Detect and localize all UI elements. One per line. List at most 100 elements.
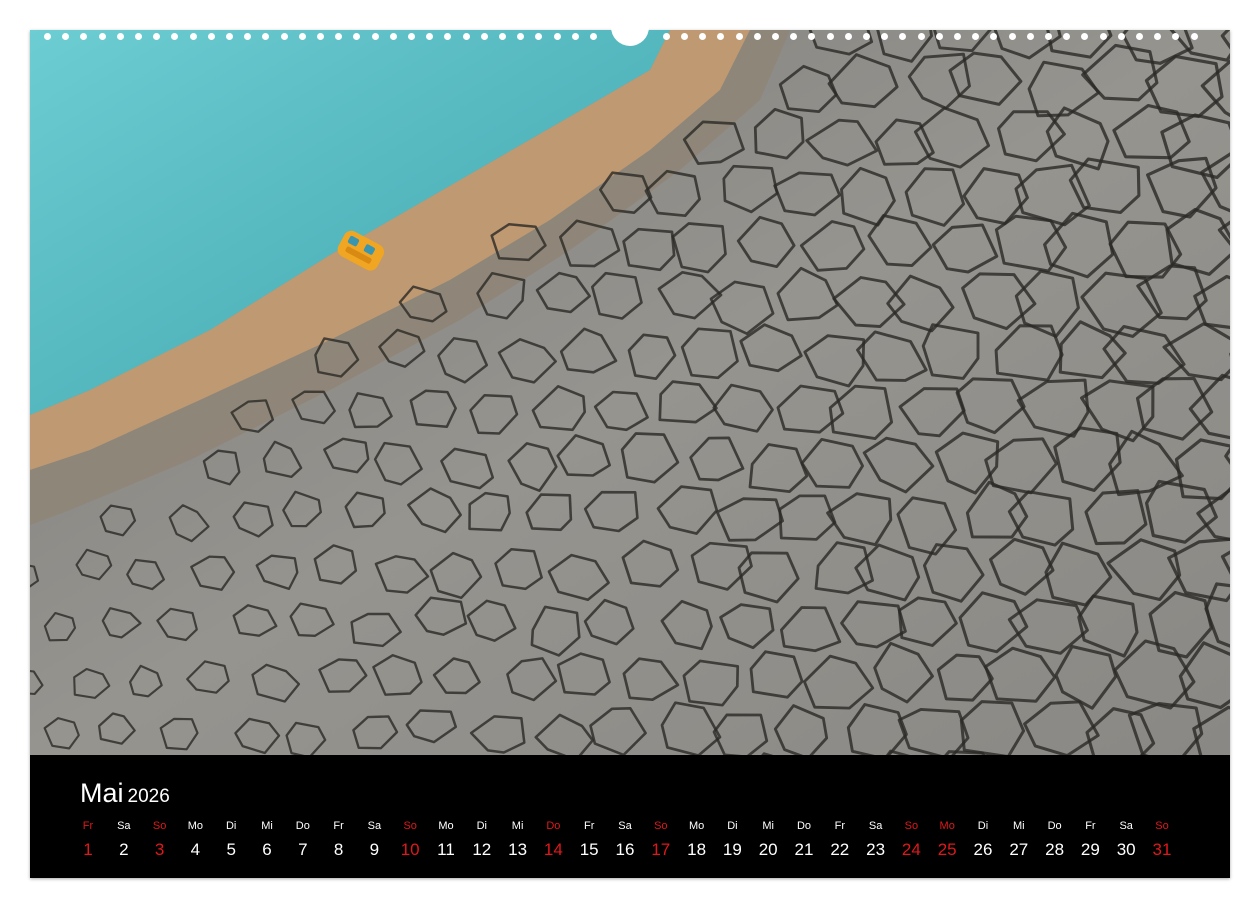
- binding-hole: [207, 33, 215, 40]
- weekday-label: Fr: [82, 820, 94, 832]
- binding-hole: [408, 33, 415, 40]
- weekday-label: Mo: [688, 820, 705, 832]
- binding-hole: [917, 33, 925, 40]
- binding-hole: [1172, 33, 1180, 40]
- weekday-label: So: [904, 820, 919, 832]
- day-number: 24: [901, 840, 921, 859]
- weekday-label: So: [1155, 820, 1169, 832]
- weekday-label: So: [152, 820, 167, 832]
- binding-hole: [80, 33, 88, 40]
- day-number: 28: [1045, 840, 1065, 859]
- day-number: 23: [866, 840, 886, 859]
- weekday-label: Di: [476, 820, 487, 832]
- binding-hole: [1081, 33, 1089, 40]
- day-number: 16: [615, 840, 635, 859]
- day-number: 22: [830, 840, 850, 859]
- weekday-label: Do: [796, 820, 812, 832]
- binding-hole: [517, 33, 525, 40]
- day-number: 11: [437, 840, 455, 859]
- weekday-label: Mo: [187, 820, 204, 832]
- binding-hole: [899, 33, 907, 40]
- weekday-label: Fr: [834, 820, 845, 832]
- weekday-label: Sa: [868, 820, 883, 832]
- day-number: 18: [687, 840, 707, 859]
- day-number: 2: [119, 840, 129, 859]
- binding-hole: [1045, 33, 1052, 40]
- binding-hole: [317, 33, 324, 40]
- lakebed-photo: [30, 30, 1230, 755]
- binding-hole: [480, 33, 488, 40]
- binding-hole: [62, 33, 70, 40]
- binding-hole: [1008, 33, 1016, 40]
- day-number: 10: [400, 840, 420, 859]
- calendar-title: Mai 2026: [80, 778, 170, 809]
- binding-hole: [298, 33, 306, 40]
- day-number: 17: [651, 840, 671, 859]
- day-number: 15: [579, 840, 599, 859]
- weekday-label: Di: [225, 820, 237, 832]
- binding-hole: [426, 33, 434, 40]
- binding-hole: [98, 33, 106, 40]
- weekday-label: So: [654, 820, 668, 832]
- binding-hole: [116, 33, 124, 40]
- day-number: 4: [190, 840, 201, 859]
- day-number: 21: [794, 840, 814, 859]
- binding-hole: [1026, 33, 1034, 40]
- spiral-binding: [30, 22, 1230, 46]
- binding-hole: [571, 33, 579, 40]
- weekday-label: Mi: [1012, 820, 1025, 832]
- weekday-label: Di: [727, 820, 738, 832]
- binding-hole: [262, 33, 270, 40]
- binding-hole: [1190, 33, 1198, 40]
- weekday-label: Do: [1047, 820, 1062, 832]
- weekday-label: Sa: [367, 820, 382, 832]
- calendar-photo: [30, 30, 1230, 755]
- day-number: 31: [1152, 840, 1172, 859]
- binding-hole: [171, 33, 179, 40]
- binding-hole: [990, 33, 998, 40]
- binding-hole: [244, 33, 252, 40]
- weekday-label: Fr: [1085, 820, 1096, 832]
- binding-hole: [153, 33, 161, 40]
- day-number: 19: [722, 840, 742, 859]
- weekday-label: Do: [546, 820, 561, 832]
- binding-hole: [753, 33, 761, 40]
- binding-hole: [863, 33, 870, 40]
- day-number: 6: [262, 840, 272, 859]
- binding-hole: [553, 33, 561, 40]
- binding-hole: [699, 33, 707, 40]
- weekday-label: Mo: [939, 820, 955, 832]
- weekday-label: Mi: [511, 820, 524, 832]
- day-number: 25: [937, 840, 957, 859]
- day-number: 30: [1116, 840, 1136, 859]
- binding-hole: [1136, 33, 1143, 40]
- binding-hole: [935, 33, 943, 40]
- binding-hole: [499, 33, 506, 40]
- day-number: 20: [758, 840, 778, 859]
- year-label: 2026: [127, 786, 170, 807]
- binding-hole: [662, 33, 670, 40]
- day-number: 1: [83, 840, 93, 859]
- weekday-label: Do: [295, 820, 310, 832]
- binding-hole: [1154, 33, 1162, 40]
- binding-hole: [280, 33, 288, 40]
- binding-hole: [44, 33, 51, 40]
- day-number: 3: [154, 840, 165, 859]
- day-number: 12: [472, 840, 492, 859]
- weekday-label: Sa: [117, 820, 131, 832]
- binding-hole: [881, 33, 889, 40]
- binding-hole: [681, 33, 688, 40]
- weekday-label: Di: [977, 820, 989, 832]
- hanger-notch: [611, 22, 649, 46]
- calendar-page: Mai 2026 Fr 1 Sa 2 So 3 Mo 4 Di 5 Mi 6 Do 7 Fr 8 Sa 9 So 10 M…: [30, 30, 1230, 878]
- weekday-label: Mi: [762, 820, 774, 832]
- binding-hole: [772, 33, 779, 40]
- binding-hole: [189, 33, 197, 40]
- day-number: 8: [333, 840, 344, 859]
- binding-hole: [1117, 33, 1125, 40]
- binding-hole: [826, 33, 834, 40]
- weekday-label: Mi: [261, 820, 273, 832]
- binding-hole: [389, 33, 397, 40]
- binding-hole: [535, 33, 543, 40]
- month-name: Mai: [80, 778, 124, 808]
